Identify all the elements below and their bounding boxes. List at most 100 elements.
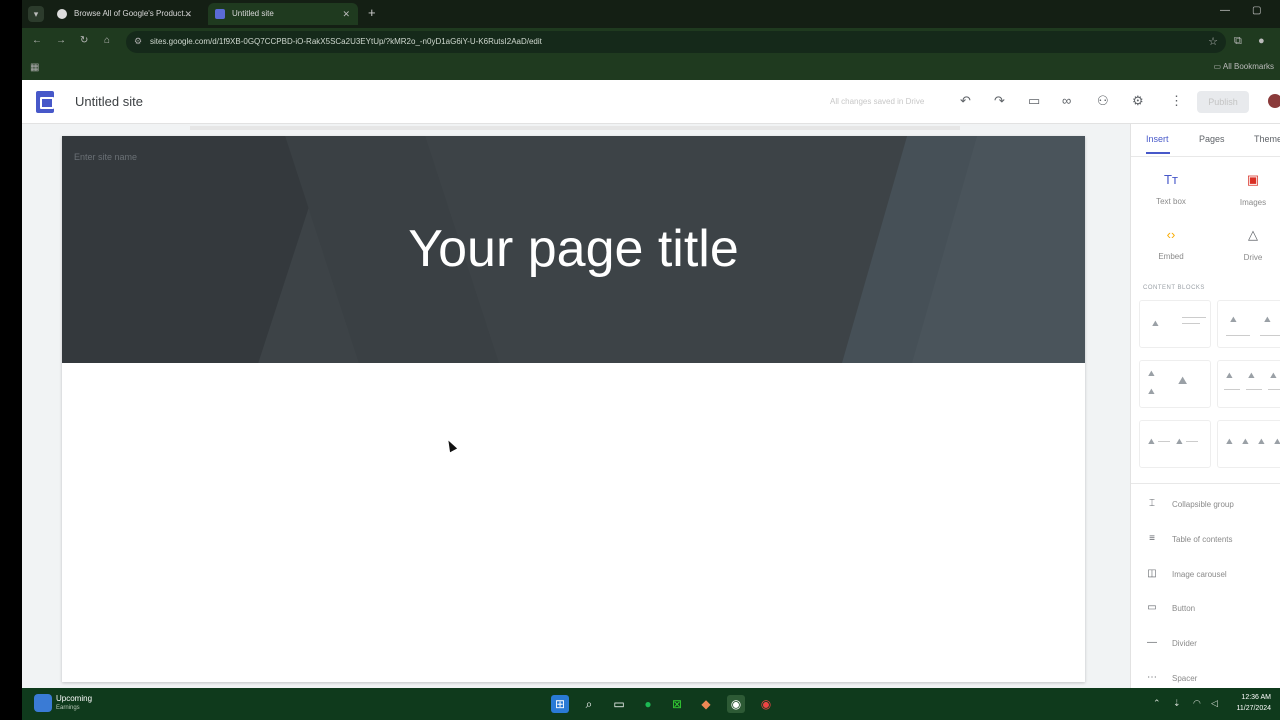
text-line: [1158, 441, 1170, 442]
share-icon[interactable]: ⚇: [1097, 93, 1109, 109]
spacer-icon: ⋯: [1147, 672, 1157, 683]
xbox-icon[interactable]: ⊠: [668, 695, 686, 713]
google-favicon-icon: [57, 9, 67, 19]
insert-item-label: Button: [1172, 604, 1196, 613]
drive-icon: △: [1248, 227, 1258, 242]
spotify-icon[interactable]: ●: [639, 695, 657, 713]
insert-embed[interactable]: ‹› Embed: [1141, 227, 1201, 264]
google-sites-logo-icon[interactable]: [36, 91, 54, 113]
profile-icon[interactable]: ●: [1258, 35, 1265, 47]
image-placeholder-icon: ⛰: [1176, 437, 1183, 446]
tray-overflow-icon[interactable]: ⌃: [1153, 698, 1161, 709]
widgets-icon[interactable]: [34, 694, 52, 712]
download-icon[interactable]: ⇣: [1173, 698, 1181, 709]
content-block-layout[interactable]: ⛰ ⛰: [1139, 420, 1211, 468]
link-icon[interactable]: ∞: [1062, 93, 1071, 108]
table-of-contents-icon: ≡: [1149, 533, 1155, 544]
tab-google-products[interactable]: Browse All of Google's Product... ✕: [50, 3, 200, 25]
chrome-icon[interactable]: ◉: [727, 695, 745, 713]
clock-time[interactable]: 12:36 AM: [1231, 694, 1271, 701]
redo-icon[interactable]: ↷: [994, 93, 1005, 109]
tab-strip: ▾ Browse All of Google's Product... ✕ Un…: [22, 0, 1280, 28]
site-name-input[interactable]: Enter site name: [74, 152, 137, 162]
image-placeholder-icon: ⛰: [1248, 371, 1255, 380]
text-line: [1246, 389, 1262, 390]
windows-taskbar: Upcoming Earnings ⊞ ⌕ ▭ ● ⊠ ◆ ◉ ◉ ⌃ ⇣ ◠ …: [22, 688, 1280, 720]
image-placeholder-icon: ⛰: [1242, 437, 1249, 446]
insert-drive[interactable]: △ Drive: [1223, 227, 1280, 265]
text-line: [1182, 317, 1206, 318]
content-block-layout[interactable]: ⛰ ⛰ ⛰: [1139, 360, 1211, 408]
publish-button[interactable]: Publish: [1197, 91, 1249, 113]
text-box-icon: Tт: [1164, 172, 1178, 187]
insert-item-label: Text box: [1156, 197, 1186, 206]
page-body[interactable]: [62, 363, 1085, 682]
save-status: All changes saved in Drive: [830, 97, 925, 106]
site-page[interactable]: Enter site name Your page title: [62, 136, 1085, 682]
editor-canvas: Enter site name Your page title: [22, 124, 1130, 688]
extensions-icon[interactable]: ⧉: [1234, 35, 1242, 48]
search-icon[interactable]: ⌕: [580, 695, 598, 713]
url-text[interactable]: sites.google.com/d/1f9XB-0GQ7CCPBD-iO-Ra…: [150, 31, 542, 53]
active-tab-indicator: [1146, 152, 1170, 154]
page-title[interactable]: Your page title: [62, 219, 1085, 279]
task-view-icon[interactable]: ▭: [610, 695, 628, 713]
app-icon[interactable]: ◆: [697, 695, 715, 713]
content-block-layout[interactable]: ⛰ ⛰: [1217, 300, 1280, 348]
sites-favicon-icon: [215, 9, 225, 19]
home-icon[interactable]: ⌂: [104, 35, 110, 46]
image-placeholder-icon: ⛰: [1148, 369, 1155, 378]
apps-grid-icon[interactable]: ▦: [30, 62, 39, 73]
image-placeholder-icon: ⛰: [1178, 375, 1188, 387]
insert-text-box[interactable]: Tт Text box: [1141, 172, 1201, 209]
reload-icon[interactable]: ↻: [80, 35, 88, 46]
image-placeholder-icon: ⛰: [1226, 371, 1233, 380]
preview-icon[interactable]: ▭: [1028, 93, 1040, 109]
tab-search-icon[interactable]: ▾: [28, 6, 44, 22]
undo-icon[interactable]: ↶: [960, 93, 971, 109]
account-avatar[interactable]: [1268, 94, 1280, 108]
bookmark-star-icon[interactable]: ☆: [1208, 35, 1218, 48]
image-placeholder-icon: ⛰: [1152, 319, 1159, 328]
site-document-title[interactable]: Untitled site: [75, 94, 143, 109]
image-placeholder-icon: ⛰: [1258, 437, 1265, 446]
close-tab-icon[interactable]: ✕: [342, 3, 350, 25]
all-bookmarks[interactable]: ▭ All Bookmarks: [1214, 62, 1274, 71]
tab-pages[interactable]: Pages: [1199, 134, 1225, 144]
close-tab-icon[interactable]: ✕: [184, 3, 192, 25]
content-block-layout[interactable]: ⛰ ⛰ ⛰: [1217, 360, 1280, 408]
volume-icon[interactable]: ◁: [1211, 698, 1218, 709]
page-header-banner[interactable]: Enter site name Your page title: [62, 136, 1085, 363]
more-options-icon[interactable]: ⋮: [1170, 93, 1183, 109]
tab-label: Untitled site: [232, 9, 274, 18]
browser-toolbar: ← → ↻ ⌂ ⚙ sites.google.com/d/1f9XB-0GQ7C…: [22, 28, 1280, 56]
minimize-icon[interactable]: —: [1220, 5, 1230, 16]
forward-icon[interactable]: →: [56, 35, 66, 46]
text-line: [1182, 323, 1200, 324]
wifi-icon[interactable]: ◠: [1193, 698, 1201, 709]
chrome-profile-icon[interactable]: ◉: [757, 695, 775, 713]
address-bar[interactable]: ⚙ sites.google.com/d/1f9XB-0GQ7CCPBD-iO-…: [126, 31, 1226, 53]
content-block-layout[interactable]: ⛰ ⛰ ⛰ ⛰: [1217, 420, 1280, 468]
start-windows-icon[interactable]: ⊞: [551, 695, 569, 713]
tab-insert[interactable]: Insert: [1146, 134, 1169, 144]
image-placeholder-icon: ⛰: [1230, 315, 1237, 324]
back-icon[interactable]: ←: [32, 35, 42, 46]
site-info-icon[interactable]: ⚙: [134, 36, 144, 46]
settings-gear-icon[interactable]: ⚙: [1132, 93, 1144, 109]
insert-item-label: Collapsible group: [1172, 500, 1234, 509]
tab-untitled-site[interactable]: Untitled site ✕: [208, 3, 358, 25]
image-placeholder-icon: ⛰: [1264, 315, 1271, 324]
divider: [1131, 156, 1280, 157]
text-line: [1268, 389, 1280, 390]
new-tab-button[interactable]: +: [368, 5, 376, 20]
screen: ▾ Browse All of Google's Product... ✕ Un…: [0, 0, 1280, 720]
content-block-layout[interactable]: ⛰: [1139, 300, 1211, 348]
clock-date[interactable]: 11/27/2024: [1231, 705, 1271, 712]
all-bookmarks-label: All Bookmarks: [1222, 62, 1274, 71]
image-placeholder-icon: ⛰: [1274, 437, 1280, 447]
insert-images[interactable]: ▣ Images: [1223, 172, 1280, 210]
widget-title[interactable]: Upcoming: [56, 694, 92, 703]
tab-themes[interactable]: Themes: [1254, 134, 1280, 144]
maximize-icon[interactable]: ▢: [1252, 5, 1261, 16]
